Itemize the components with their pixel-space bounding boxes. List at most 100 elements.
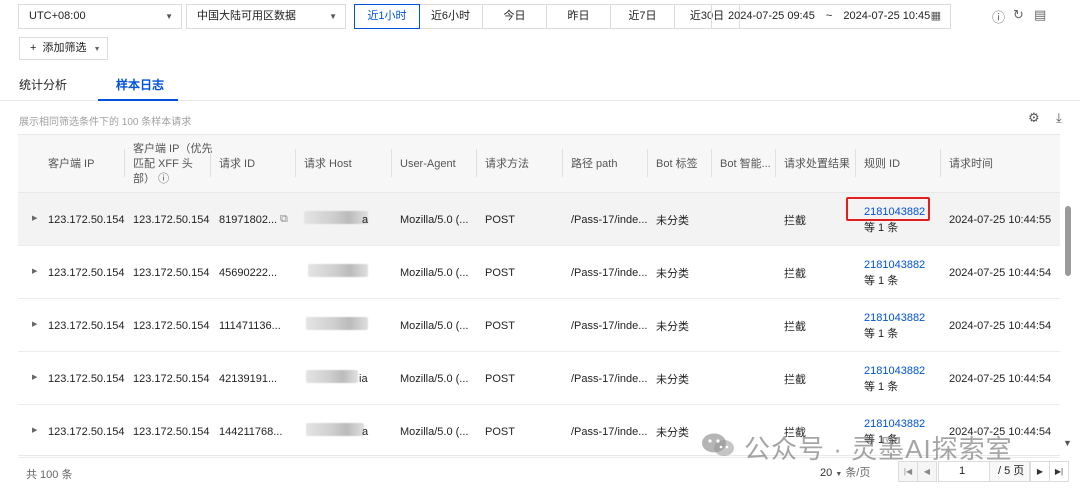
- cell-method: POST: [485, 372, 515, 385]
- add-filter-label: 添加筛选: [42, 42, 87, 54]
- cell-request-time: 2024-07-25 10:44:54: [949, 372, 1052, 385]
- cell-client-ip: 123.172.50.154: [48, 425, 125, 438]
- cell-user-agent: Mozilla/5.0 (...: [400, 213, 469, 226]
- rule-more: 等 1 条: [864, 221, 899, 234]
- cell-path: /Pass-17/inde...: [571, 319, 648, 332]
- col-xff-ip: 客户端 IP（优先 匹配 XFF 头 部） ⓘ: [133, 142, 213, 185]
- timezone-value: UTC+08:00: [29, 10, 86, 22]
- scroll-down-arrow-icon[interactable]: ▼: [1063, 438, 1072, 448]
- date-start: 2024-07-25 09:45: [728, 10, 815, 22]
- cell-request-time: 2024-07-25 10:44:54: [949, 319, 1052, 332]
- time-range-1h[interactable]: 近1小时: [354, 4, 420, 29]
- cell-xff-ip: 123.172.50.154: [133, 213, 210, 226]
- cell-client-ip: 123.172.50.154: [48, 266, 125, 279]
- cell-request-id: 81971802...: [219, 213, 278, 226]
- table-row[interactable]: ▶ 123.172.50.154 123.172.50.154 42139191…: [18, 352, 1060, 405]
- rule-id-link[interactable]: 2181043882: [864, 257, 925, 273]
- cell-method: POST: [485, 425, 515, 438]
- expand-caret-icon[interactable]: ▶: [32, 373, 37, 381]
- col-method: 请求方法: [485, 157, 529, 170]
- wechat-logo-icon: [702, 433, 734, 456]
- settings-icon[interactable]: ⚙: [1028, 110, 1040, 126]
- cell-client-ip: 123.172.50.154: [48, 372, 125, 385]
- col-path: 路径 path: [571, 157, 618, 170]
- date-end: 2024-07-25 10:45: [843, 10, 931, 22]
- cell-path: /Pass-17/inde...: [571, 213, 648, 226]
- date-range-picker[interactable]: 2024-07-25 09:45 ~ 2024-07-25 10:45 ▦: [711, 4, 951, 29]
- cell-method: POST: [485, 319, 515, 332]
- cell-request-id: 111471136...: [219, 319, 281, 332]
- cell-method: POST: [485, 213, 515, 226]
- rule-id-link[interactable]: 2181043882: [864, 310, 925, 326]
- scrollbar-thumb[interactable]: [1065, 206, 1071, 276]
- redacted-host: [306, 423, 364, 436]
- cell-rule-id: 2181043882 等 1 条: [864, 246, 925, 299]
- rule-more: 等 1 条: [864, 380, 899, 393]
- add-filter-button[interactable]: + 添加筛选 ▼: [19, 37, 108, 60]
- cell-method: POST: [485, 266, 515, 279]
- cell-rule-id: 2181043882 等 1 条: [864, 352, 925, 405]
- cell-rule-id: 2181043882 等 1 条: [864, 299, 925, 352]
- cell-client-ip: 123.172.50.154: [48, 319, 125, 332]
- tab-sample-logs[interactable]: 样本日志: [116, 76, 164, 93]
- active-tab-indicator: [98, 99, 178, 101]
- page-size-select[interactable]: 20 ▼ 条/页: [820, 464, 870, 480]
- timezone-select[interactable]: UTC+08:00 ▼: [18, 4, 182, 29]
- chevron-down-icon: ▼: [165, 12, 173, 21]
- table-description: 展示相同筛选条件下的 100 条样本请求: [19, 117, 192, 128]
- cell-user-agent: Mozilla/5.0 (...: [400, 425, 469, 438]
- col-bot-tag: Bot 标签: [656, 157, 698, 170]
- table-row[interactable]: ▶ 123.172.50.154 123.172.50.154 45690222…: [18, 246, 1060, 299]
- cell-user-agent: Mozilla/5.0 (...: [400, 372, 469, 385]
- cell-result: 拦截: [784, 267, 806, 280]
- col-rule-id: 规则 ID: [864, 157, 901, 170]
- cell-bot-tag: 未分类: [656, 214, 689, 227]
- cell-request-time: 2024-07-25 10:44:54: [949, 266, 1052, 279]
- expand-caret-icon[interactable]: ▶: [32, 214, 37, 222]
- time-range-7d[interactable]: 近7日: [611, 5, 675, 28]
- region-value: 中国大陆可用区数据: [197, 10, 296, 22]
- redacted-host: [304, 211, 368, 224]
- refresh-icon[interactable]: ↻: [1013, 7, 1024, 23]
- cell-request-id: 45690222...: [219, 266, 278, 279]
- table-row[interactable]: ▶ 123.172.50.154 123.172.50.154 81971802…: [18, 193, 1060, 246]
- rule-more: 等 1 条: [864, 274, 899, 287]
- region-select[interactable]: 中国大陆可用区数据 ▼: [186, 4, 346, 29]
- time-range-6h[interactable]: 近6小时: [419, 5, 483, 28]
- chevron-down-icon: ▼: [329, 12, 337, 21]
- info-icon[interactable]: ⓘ: [158, 173, 169, 185]
- total-count: 共 100 条: [26, 469, 73, 481]
- cell-user-agent: Mozilla/5.0 (...: [400, 319, 469, 332]
- tab-bar: 统计分析 样本日志: [0, 70, 1080, 101]
- print-icon[interactable]: ▤: [1034, 7, 1046, 23]
- cell-xff-ip: 123.172.50.154: [133, 266, 210, 279]
- download-icon[interactable]: ⤓: [1056, 110, 1062, 126]
- cell-request-id: 42139191...: [219, 372, 278, 385]
- tab-statistics[interactable]: 统计分析: [19, 76, 67, 93]
- copy-icon[interactable]: ⧉: [280, 213, 288, 226]
- cell-result: 拦截: [784, 320, 806, 333]
- table-scrollbar[interactable]: ▼: [1061, 200, 1075, 455]
- cell-path: /Pass-17/inde...: [571, 425, 648, 438]
- expand-caret-icon[interactable]: ▶: [32, 267, 37, 275]
- rule-more: 等 1 条: [864, 327, 899, 340]
- cell-request-time: 2024-07-25 10:44:55: [949, 213, 1052, 226]
- cell-host-suffix: a: [362, 213, 369, 226]
- cell-xff-ip: 123.172.50.154: [133, 425, 210, 438]
- calendar-icon: ▦: [930, 10, 941, 22]
- table-row[interactable]: ▶ 123.172.50.154 123.172.50.154 11147113…: [18, 299, 1060, 352]
- cell-path: /Pass-17/inde...: [571, 372, 648, 385]
- redacted-host: [306, 370, 358, 383]
- time-range-yesterday[interactable]: 昨日: [547, 5, 611, 28]
- info-icon[interactable]: ⓘ: [992, 7, 1005, 26]
- watermark: 公众号 · 灵墨AI探索室: [700, 425, 1060, 465]
- col-client-ip: 客户端 IP: [48, 157, 95, 170]
- rule-id-link[interactable]: 2181043882: [864, 363, 925, 379]
- col-user-agent: User-Agent: [400, 157, 456, 170]
- cell-xff-ip: 123.172.50.154: [133, 372, 210, 385]
- chevron-down-icon: ▼: [93, 46, 101, 53]
- cell-result: 拦截: [784, 214, 806, 227]
- expand-caret-icon[interactable]: ▶: [32, 426, 37, 434]
- expand-caret-icon[interactable]: ▶: [32, 320, 37, 328]
- time-range-today[interactable]: 今日: [483, 5, 547, 28]
